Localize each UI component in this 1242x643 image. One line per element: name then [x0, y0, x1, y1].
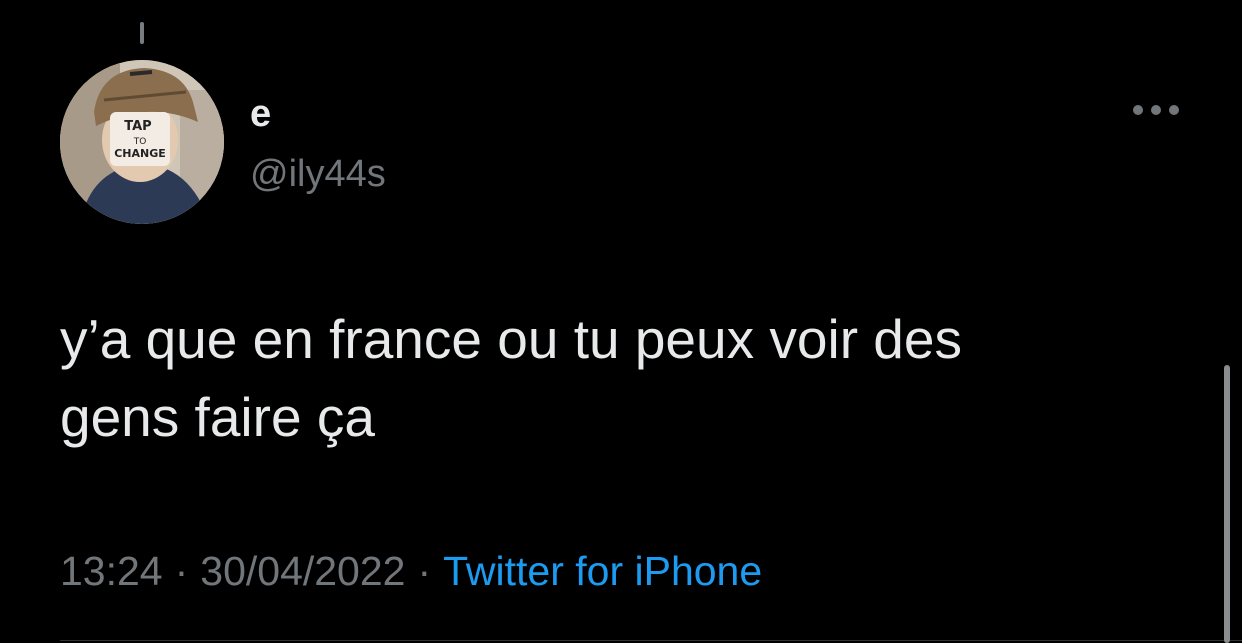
avatar-image: TAP TO CHANGE — [60, 60, 224, 224]
more-horizontal-icon — [1133, 105, 1179, 115]
thread-connector-line — [140, 22, 144, 44]
author-display-name[interactable]: e — [250, 92, 271, 136]
tweet-time[interactable]: 13:24 — [60, 548, 163, 594]
tweet-source-link[interactable]: Twitter for iPhone — [443, 548, 762, 594]
meta-separator: · — [174, 548, 189, 594]
tweet-text: y’a que en france ou tu peux voir des ge… — [60, 308, 962, 448]
divider — [60, 640, 1242, 641]
avatar-sign-line-3: CHANGE — [114, 147, 166, 160]
meta-separator: · — [417, 548, 432, 594]
avatar-sign-line-2: TO — [133, 137, 147, 147]
tweet-metadata: 13:24 · 30/04/2022 · Twitter for iPhone — [60, 544, 762, 598]
avatar[interactable]: TAP TO CHANGE — [60, 60, 224, 224]
more-options-button[interactable] — [1128, 92, 1184, 128]
author-handle[interactable]: @ily44s — [250, 152, 386, 196]
tweet-date[interactable]: 30/04/2022 — [200, 548, 405, 594]
avatar-sign-line-1: TAP — [124, 119, 151, 134]
scrollbar[interactable] — [1224, 365, 1230, 643]
